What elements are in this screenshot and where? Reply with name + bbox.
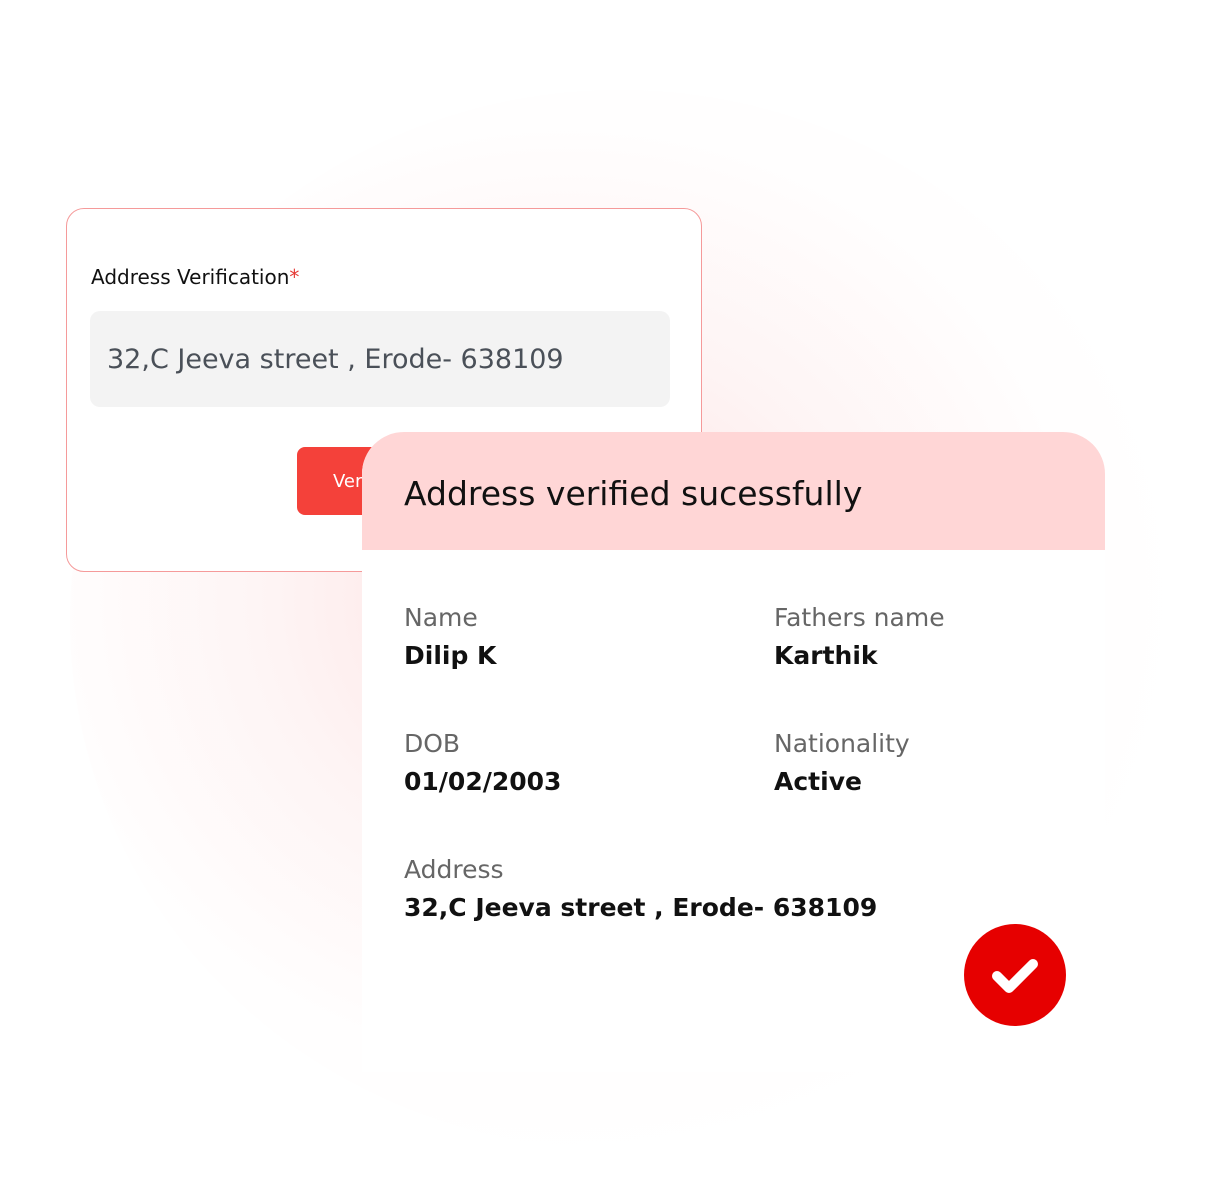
- nationality-value: Active: [774, 767, 862, 796]
- verification-result-card: Address verified sucessfully Name Dilip …: [362, 432, 1105, 1072]
- required-marker: *: [289, 265, 300, 289]
- fathers-name-value: Karthik: [774, 641, 878, 670]
- success-badge: [964, 924, 1066, 1026]
- nationality-label: Nationality: [774, 729, 910, 758]
- dob-field: DOB 01/02/2003: [404, 728, 561, 800]
- name-value: Dilip K: [404, 641, 497, 670]
- address-field: Address 32,C Jeeva street , Erode- 63810…: [404, 854, 877, 926]
- fathers-name-label: Fathers name: [774, 603, 945, 632]
- address-label: Address: [404, 855, 504, 884]
- result-title: Address verified sucessfully: [362, 432, 1105, 550]
- nationality-field: Nationality Active: [774, 728, 910, 800]
- name-label: Name: [404, 603, 478, 632]
- check-icon: [992, 959, 1038, 993]
- address-value: 32,C Jeeva street , Erode- 638109: [404, 893, 878, 922]
- name-field: Name Dilip K: [404, 602, 496, 674]
- dob-value: 01/02/2003: [404, 767, 562, 796]
- fathers-name-field: Fathers name Karthik: [774, 602, 945, 674]
- dob-label: DOB: [404, 729, 461, 758]
- address-input[interactable]: [90, 311, 670, 407]
- address-verification-label: Address Verification*: [91, 265, 300, 289]
